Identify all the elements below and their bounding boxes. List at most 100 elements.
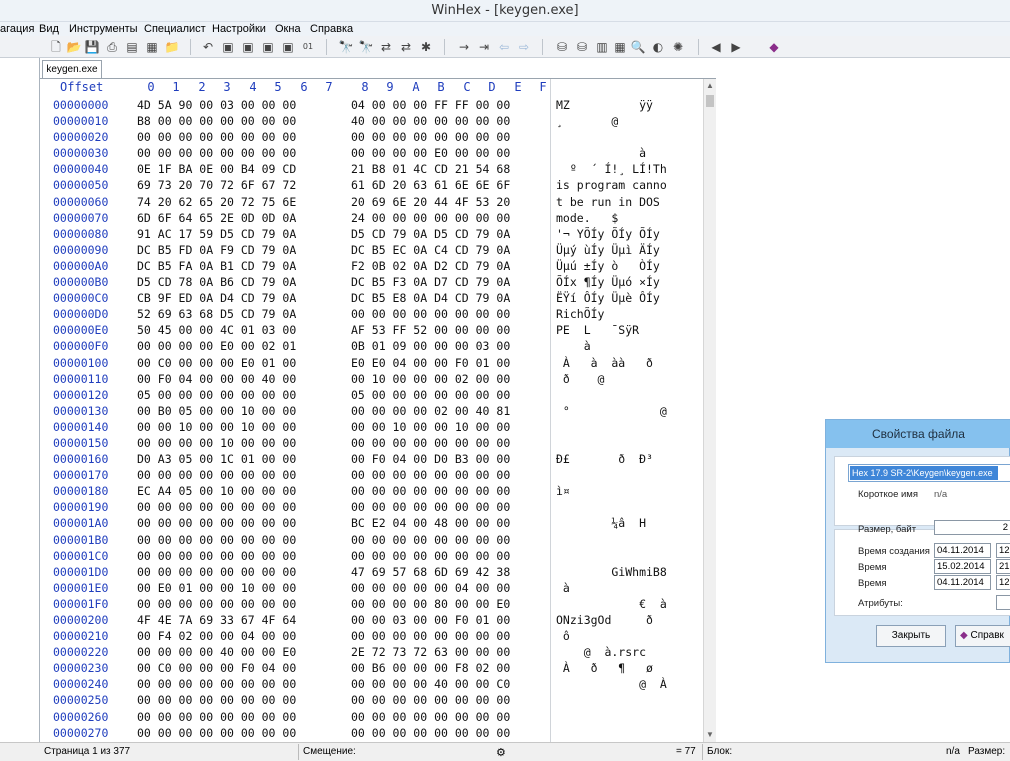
save-icon[interactable]: 💾 xyxy=(84,39,100,55)
prev-icon[interactable]: ◀ xyxy=(708,39,724,55)
goto-icon[interactable]: ⇥ xyxy=(476,39,492,55)
hex-row[interactable]: 00000170 00 00 00 00 00 00 00 00 00 00 00 … xyxy=(40,467,703,483)
paste-icon[interactable]: ▣ xyxy=(260,39,276,55)
undo-icon[interactable]: ↶ xyxy=(200,39,216,55)
accessed-date-field[interactable]: 04.11.2014 xyxy=(934,575,991,590)
copy-block-icon[interactable]: ▣ xyxy=(240,39,256,55)
hex-row[interactable]: 00000240 00 00 00 00 00 00 00 00 00 00 00 … xyxy=(40,676,703,692)
hex-row[interactable]: 000001A0 00 00 00 00 00 00 00 00 BC E2 04 … xyxy=(40,515,703,531)
open-icon[interactable]: 📂 xyxy=(66,39,82,55)
size-field[interactable]: 2 xyxy=(934,520,1010,535)
cut-icon[interactable]: ▣ xyxy=(220,39,236,55)
hex-row[interactable]: 00000230 00 C0 00 00 00 F0 04 00 00 B6 00 … xyxy=(40,660,703,676)
goto-offset-icon[interactable]: → xyxy=(456,39,472,55)
menu-tools[interactable]: Инструменты xyxy=(69,22,138,36)
hex-row[interactable]: 000000E0 50 45 00 00 4C 01 03 00 AF 53 FF … xyxy=(40,322,703,338)
hex-row[interactable]: 00000120 05 00 00 00 00 00 00 00 05 00 00 … xyxy=(40,387,703,403)
row-hex-high: 00 00 00 00 00 00 00 00 xyxy=(351,468,511,483)
menu-windows[interactable]: Окна xyxy=(275,22,301,36)
hex-row[interactable]: 00000220 00 00 00 00 40 00 00 E0 2E 72 73 … xyxy=(40,644,703,660)
find-next-icon[interactable]: ✱ xyxy=(418,39,434,55)
disk-icon[interactable]: ⛁ xyxy=(554,39,570,55)
hex-row[interactable]: 00000010 B8 00 00 00 00 00 00 00 40 00 00 … xyxy=(40,113,703,129)
print-icon[interactable]: ⎙ xyxy=(104,39,120,55)
menu-view[interactable]: Вид xyxy=(39,22,59,36)
hex-row[interactable]: 00000070 6D 6F 64 65 2E 0D 0D 0A 24 00 00 … xyxy=(40,210,703,226)
hex-row[interactable]: 00000020 00 00 00 00 00 00 00 00 00 00 00 … xyxy=(40,129,703,145)
hex-row[interactable]: 000001D0 00 00 00 00 00 00 00 00 47 69 57 … xyxy=(40,564,703,580)
created-time-field[interactable]: 12 xyxy=(996,543,1010,558)
hex-row[interactable]: 00000260 00 00 00 00 00 00 00 00 00 00 00 … xyxy=(40,709,703,725)
hex-row[interactable]: 00000150 00 00 00 00 10 00 00 00 00 00 00 … xyxy=(40,435,703,451)
hex-row[interactable]: 00000000 4D 5A 90 00 03 00 00 00 04 00 00 … xyxy=(40,97,703,113)
copy-icon[interactable]: ▦ xyxy=(144,39,160,55)
next-icon[interactable]: ▶ xyxy=(728,39,744,55)
open-folder-icon[interactable]: 📁 xyxy=(164,39,180,55)
hex-row[interactable]: 000000F0 00 00 00 00 E0 00 02 01 0B 01 09 … xyxy=(40,338,703,354)
hex-row[interactable]: 000000B0 D5 CD 78 0A B6 CD 79 0A DC B5 F3 … xyxy=(40,274,703,290)
hex-row[interactable]: 00000180 EC A4 05 00 10 00 00 00 00 00 00 … xyxy=(40,483,703,499)
hex-row[interactable]: 000000C0 CB 9F ED 0A D4 CD 79 0A DC B5 E8 … xyxy=(40,290,703,306)
hex-row[interactable]: 00000090 DC B5 FD 0A F9 CD 79 0A DC B5 EC … xyxy=(40,242,703,258)
hex-row[interactable]: 00000130 00 B0 05 00 00 10 00 00 00 00 00 … xyxy=(40,403,703,419)
search-icon[interactable]: 🔍 xyxy=(630,39,646,55)
scroll-thumb[interactable] xyxy=(706,95,714,107)
hex-convert-icon[interactable]: 01 xyxy=(300,39,316,55)
back-icon[interactable]: ⇦ xyxy=(496,39,512,55)
hex-row[interactable]: 00000080 91 AC 17 59 D5 CD 79 0A D5 CD 79 … xyxy=(40,226,703,242)
forward-icon[interactable]: ⇨ xyxy=(516,39,532,55)
scroll-down-icon[interactable]: ▼ xyxy=(704,728,716,742)
paste-special-icon[interactable]: ▣ xyxy=(280,39,296,55)
hex-row[interactable]: 000001C0 00 00 00 00 00 00 00 00 00 00 00 … xyxy=(40,548,703,564)
properties-icon[interactable]: ▤ xyxy=(124,39,140,55)
navigate-icon[interactable]: ◐ xyxy=(650,39,666,55)
hex-row[interactable]: 00000270 00 00 00 00 00 00 00 00 00 00 00 … xyxy=(40,725,703,741)
hex-row[interactable]: 000000A0 DC B5 FA 0A B1 CD 79 0A F2 0B 02 … xyxy=(40,258,703,274)
vertical-scrollbar[interactable]: ▲ ▼ xyxy=(703,79,716,742)
created-date-field[interactable]: 04.11.2014 xyxy=(934,543,991,558)
hex-row[interactable]: 00000250 00 00 00 00 00 00 00 00 00 00 00 … xyxy=(40,692,703,708)
close-button[interactable]: Закрыть xyxy=(876,625,946,647)
attributes-field[interactable] xyxy=(996,595,1010,610)
modified-date-field[interactable]: 15.02.2014 xyxy=(934,559,991,574)
menu-settings[interactable]: Настройки xyxy=(212,22,266,36)
new-file-icon[interactable]: 🗋 xyxy=(48,39,64,55)
help-book-icon[interactable]: ◆ xyxy=(766,39,782,55)
hex-row[interactable]: 000001E0 00 E0 01 00 00 10 00 00 00 00 00 … xyxy=(40,580,703,596)
hex-row[interactable]: 00000110 00 F0 04 00 00 00 40 00 00 10 00 … xyxy=(40,371,703,387)
modified-time-field[interactable]: 21 xyxy=(996,559,1010,574)
menu-specialist[interactable]: Специалист xyxy=(144,22,206,36)
hex-row[interactable]: 00000050 69 73 20 70 72 6F 67 72 61 6D 20 … xyxy=(40,177,703,193)
short-name-label: Короткое имя xyxy=(858,489,918,500)
accessed-time-field[interactable]: 12 xyxy=(996,575,1010,590)
hex-row[interactable]: 00000200 4F 4E 7A 69 33 67 4F 64 00 00 03 … xyxy=(40,612,703,628)
menu-help[interactable]: Справка xyxy=(310,22,353,36)
hex-row[interactable]: 000001F0 00 00 00 00 00 00 00 00 00 00 00 … xyxy=(40,596,703,612)
replace-text-icon[interactable]: ⇄ xyxy=(378,39,394,55)
hex-row[interactable]: 000001B0 00 00 00 00 00 00 00 00 00 00 00 … xyxy=(40,532,703,548)
find-text-icon[interactable]: 🔭 xyxy=(338,39,354,55)
scroll-up-icon[interactable]: ▲ xyxy=(704,79,716,93)
hex-row[interactable]: 000000D0 52 69 63 68 D5 CD 79 0A 00 00 00 … xyxy=(40,306,703,322)
menu-navigation[interactable]: агация xyxy=(0,22,34,36)
calculator-icon[interactable]: ▦ xyxy=(612,39,628,55)
help-button[interactable]: ◆ Справк xyxy=(955,625,1010,647)
hex-row[interactable]: 00000210 00 F4 02 00 00 04 00 00 00 00 00 … xyxy=(40,628,703,644)
settings-icon[interactable]: ✺ xyxy=(670,39,686,55)
hex-row[interactable]: 00000160 D0 A3 05 00 1C 01 00 00 00 F0 04 … xyxy=(40,451,703,467)
replace-hex-icon[interactable]: ⇄ xyxy=(398,39,414,55)
row-ascii: @ À xyxy=(556,677,667,692)
hex-row[interactable]: 00000140 00 00 10 00 00 10 00 00 00 00 10 … xyxy=(40,419,703,435)
ram-icon[interactable]: ▥ xyxy=(594,39,610,55)
hex-row[interactable]: 00000060 74 20 62 65 20 72 75 6E 20 69 6E … xyxy=(40,194,703,210)
disk2-icon[interactable]: ⛁ xyxy=(574,39,590,55)
hex-row[interactable]: 00000030 00 00 00 00 00 00 00 00 00 00 00 … xyxy=(40,145,703,161)
find-hex-icon[interactable]: 🔭 xyxy=(358,39,374,55)
hex-row[interactable]: 00000100 00 C0 00 00 00 E0 01 00 E0 E0 04 … xyxy=(40,355,703,371)
hex-row[interactable]: 00000190 00 00 00 00 00 00 00 00 00 00 00 … xyxy=(40,499,703,515)
hex-row[interactable]: 00000040 0E 1F BA 0E 00 B4 09 CD 21 B8 01 … xyxy=(40,161,703,177)
hex-editor[interactable]: Offset 0 1 2 3 4 5 6 7 8 9 A B C D E F 0… xyxy=(40,79,703,742)
accessed-label: Время xyxy=(858,578,887,589)
tab-keygen[interactable]: keygen.exe xyxy=(42,60,102,78)
path-selected-text[interactable]: Hex 17.9 SR-2\Keygen\keygen.exe xyxy=(850,466,998,480)
